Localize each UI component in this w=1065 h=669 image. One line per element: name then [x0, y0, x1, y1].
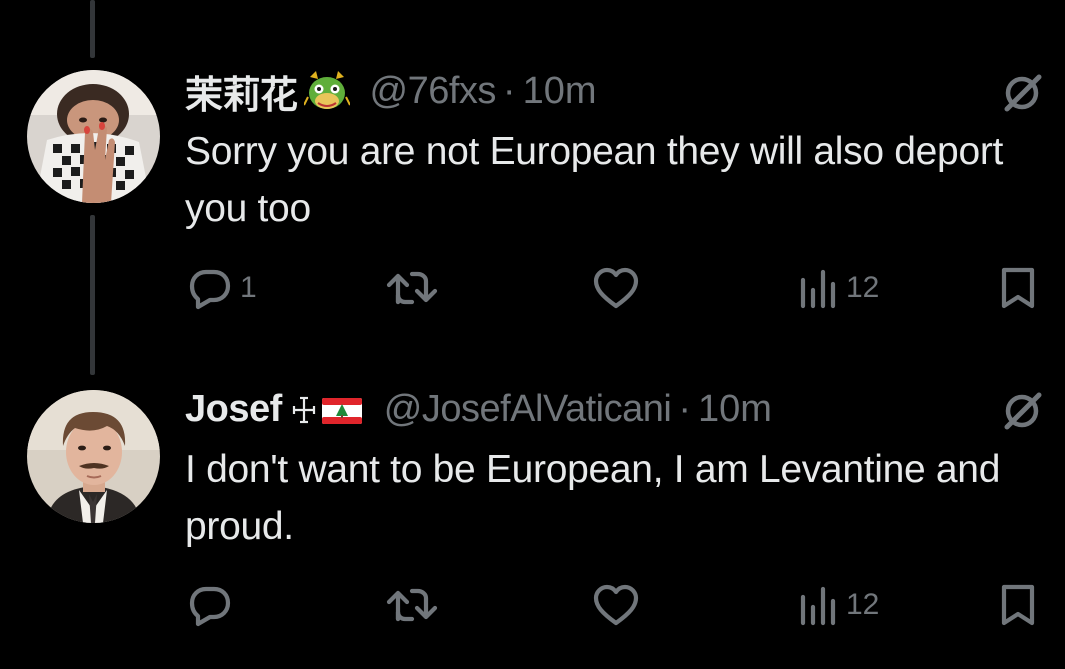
handle[interactable]: @JosefAlVaticani: [384, 388, 672, 431]
bookmark-button[interactable]: [998, 580, 1038, 630]
avatar[interactable]: [27, 70, 160, 203]
views-button[interactable]: 12: [798, 263, 879, 313]
views-count: 12: [846, 588, 880, 621]
tweet[interactable]: 茉莉花 @76fxs · 10m Sorry you are not Europ…: [0, 0, 1065, 345]
reply-count: 1: [240, 271, 257, 304]
retweet-button[interactable]: [386, 263, 446, 313]
tweet-header: Josef @JosefAlVaticani · 10m: [185, 385, 772, 433]
separator-dot: ·: [678, 387, 691, 430]
display-name[interactable]: 茉莉花: [185, 64, 298, 119]
retweet-icon: [386, 583, 438, 627]
like-button[interactable]: [592, 263, 648, 313]
heart-icon: [592, 266, 640, 310]
action-bar: 1 12: [0, 263, 1065, 313]
tweet[interactable]: Josef @JosefAlVaticani · 10m I don't wan…: [0, 345, 1065, 669]
retweet-icon: [386, 266, 438, 310]
dragon-emoji-icon: [303, 69, 350, 113]
reply-icon: [188, 266, 232, 310]
grok-icon[interactable]: [1001, 390, 1043, 432]
reply-button[interactable]: [188, 580, 240, 630]
handle[interactable]: @76fxs: [370, 70, 497, 113]
bookmark-icon: [998, 266, 1038, 310]
like-button[interactable]: [592, 580, 648, 630]
tweet-text: Sorry you are not European they will als…: [185, 130, 1004, 230]
display-name[interactable]: Josef: [185, 388, 282, 431]
views-icon: [798, 266, 838, 310]
grok-icon[interactable]: [1001, 72, 1043, 114]
views-icon: [798, 583, 838, 627]
bookmark-button[interactable]: [998, 263, 1038, 313]
heart-icon: [592, 583, 640, 627]
bookmark-icon: [998, 583, 1038, 627]
action-bar: 12: [0, 580, 1065, 630]
cross-and-lebanon-flag-icon: [288, 392, 364, 426]
reply-icon: [188, 583, 232, 627]
avatar[interactable]: [27, 390, 160, 523]
views-count: 12: [846, 271, 880, 304]
tweet-header: 茉莉花 @76fxs · 10m: [185, 67, 597, 117]
views-button[interactable]: 12: [798, 580, 879, 630]
tweet-text: I don't want to be European, I am Levant…: [185, 448, 1001, 548]
timestamp[interactable]: 10m: [698, 388, 772, 431]
separator-dot: ·: [502, 69, 516, 112]
reply-button[interactable]: 1: [188, 263, 257, 313]
timestamp[interactable]: 10m: [523, 70, 597, 113]
retweet-button[interactable]: [386, 580, 446, 630]
